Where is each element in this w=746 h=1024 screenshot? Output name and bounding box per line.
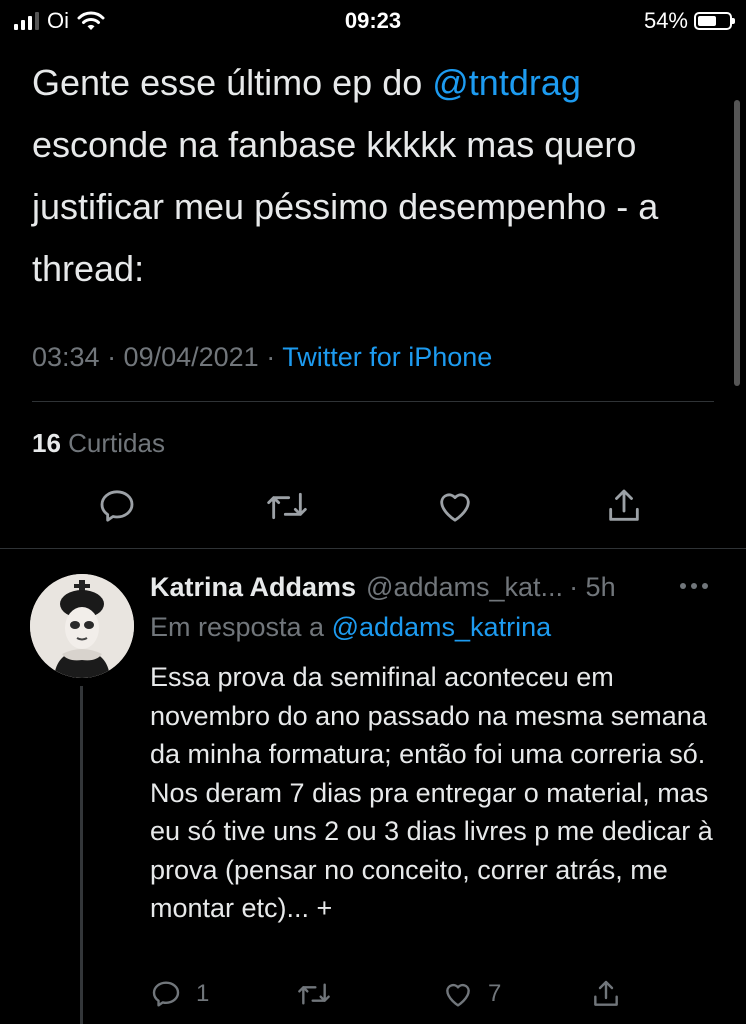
like-count: 7	[488, 980, 502, 1007]
thread-line	[80, 686, 83, 1024]
reply-button[interactable]	[97, 486, 137, 531]
status-time: 09:23	[344, 8, 402, 33]
reply-author-name[interactable]: Katrina Addams	[150, 572, 356, 603]
divider	[0, 548, 746, 549]
more-icon[interactable]	[678, 578, 710, 599]
divider	[32, 401, 714, 402]
tweet-source-link[interactable]: Twitter for iPhone	[282, 342, 492, 372]
tweet-meta: 03:34 · 09/04/2021 · Twitter for iPhone	[32, 342, 492, 373]
reply-time: · 5h	[569, 572, 616, 602]
reply-header: Katrina Addams @addams_kat... · 5h	[150, 572, 720, 603]
share-icon	[609, 489, 639, 521]
share-icon	[594, 980, 618, 1006]
like-icon	[440, 493, 470, 522]
battery-percent: 54%	[643, 8, 688, 33]
status-bar-right: 54%	[643, 8, 735, 34]
reply-share-button[interactable]	[590, 978, 622, 1010]
retweet-icon	[267, 492, 307, 520]
reply-text: Essa prova da semifinal aconteceu em nov…	[150, 662, 713, 923]
main-tweet: Gente esse último ep do @tntdrag esconde…	[32, 52, 692, 300]
retweet-icon	[298, 983, 330, 1005]
retweet-button[interactable]	[265, 486, 309, 531]
scrollbar[interactable]	[734, 100, 740, 386]
share-button[interactable]	[604, 486, 644, 531]
tweet-timestamp: 03:34 · 09/04/2021 ·	[32, 342, 283, 372]
like-icon	[446, 983, 470, 1007]
tweet-text: Gente esse último ep do @tntdrag esconde…	[32, 52, 692, 300]
battery-icon	[694, 12, 735, 30]
reply-reply-button[interactable]: 1	[150, 978, 209, 1010]
likes-stat[interactable]: 16 Curtidas	[32, 428, 165, 459]
tweet-actions	[0, 486, 746, 532]
reply-retweet-button[interactable]	[296, 978, 332, 1010]
reply-count: 1	[196, 980, 210, 1007]
reply-author-handle[interactable]: @addams_kat...	[366, 572, 563, 603]
status-bar: Oi 09:23 54%	[0, 0, 746, 40]
reply-like-button[interactable]: 7	[442, 978, 501, 1010]
reply-icon	[152, 981, 180, 1007]
reply-to-line: Em resposta a @addams_katrina	[150, 612, 551, 643]
tweet-mention-link[interactable]: @tntdrag	[432, 62, 581, 103]
reply-icon	[100, 490, 134, 522]
reply-to-handle-link[interactable]: @addams_katrina	[332, 612, 552, 642]
likes-count: 16	[32, 428, 61, 458]
reply-to-label: Em resposta a	[150, 612, 332, 642]
like-button[interactable]	[435, 486, 475, 531]
tweet-text-part: esconde na fanbase kkkkk mas quero justi…	[32, 124, 659, 289]
likes-label: Curtidas	[68, 428, 165, 458]
reply-actions: 1 7	[0, 978, 746, 1018]
tweet-text-part: Gente esse último ep do	[32, 62, 433, 103]
avatar[interactable]	[30, 574, 134, 678]
